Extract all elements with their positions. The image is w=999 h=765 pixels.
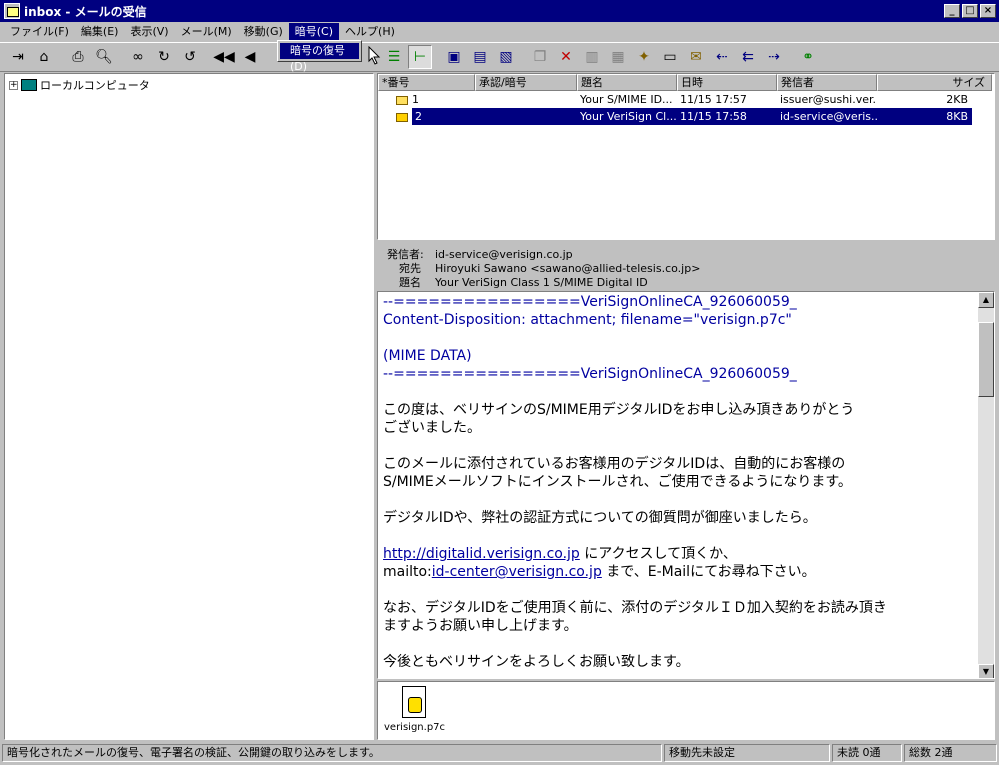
mime-boundary: --================VeriSignOnlineCA_92606… <box>383 294 797 310</box>
forward-icon[interactable]: ⇢ <box>762 45 786 69</box>
message-header: 発信者: id-service@verisign.co.jp 宛先 Hiroyu… <box>377 243 995 291</box>
close-button[interactable]: × <box>980 4 996 18</box>
connect-icon[interactable]: ⚭ <box>796 45 820 69</box>
toolbar: ⇥ ⌂ ⎙ 🔍︎ ∞ ↻ ↺ ◀◀ ◀ ☰ ⊢ ▣ ▤ ▧ ❐ ✕ ▥ ▦ ✦ … <box>0 42 999 72</box>
copy-icon[interactable]: ❐ <box>528 45 552 69</box>
col-date[interactable]: 日時 <box>677 74 777 91</box>
tree-node-label: ローカルコンピュータ <box>40 79 150 92</box>
from-label: 発信者: <box>387 248 424 261</box>
body-text: 今後ともベリサインをよろしくお願い致します。 <box>383 654 690 670</box>
col-from[interactable]: 発信者 <box>777 74 877 91</box>
mailbox-icon[interactable]: ▣ <box>442 45 466 69</box>
menu-crypto[interactable]: 暗号(C) <box>288 23 340 41</box>
status-total: 総数 2通 <box>904 744 997 762</box>
col-number[interactable]: *番号 <box>378 74 475 91</box>
menu-file[interactable]: ファイル(F) <box>4 23 75 41</box>
home-icon[interactable]: ⌂ <box>32 45 56 69</box>
mailto-prefix: mailto: <box>383 564 432 580</box>
find-prev-icon[interactable]: ↺ <box>178 45 202 69</box>
folder-icon[interactable]: ▭ <box>658 45 682 69</box>
attachment-file[interactable]: verisign.p7c <box>384 686 446 733</box>
status-message: 暗号化されたメールの復号、電子署名の検証、公開鍵の取り込みをします。 <box>2 744 662 762</box>
attachment-pane: verisign.p7c <box>377 681 995 740</box>
attachment-filename: verisign.p7c <box>384 722 446 733</box>
computer-icon <box>21 79 37 91</box>
menu-go[interactable]: 移動(G) <box>238 23 289 41</box>
mouse-cursor-icon <box>368 46 381 65</box>
message-row-selected[interactable]: 2 Your VeriSign Cl... 11/15 17:58 id-ser… <box>378 108 994 125</box>
new-folder-icon[interactable]: ✦ <box>632 45 656 69</box>
print-preview-icon[interactable]: 🔍︎ <box>92 45 116 69</box>
message-row[interactable]: 1 Your S/MIME ID... 11/15 17:57 issuer@s… <box>378 91 994 108</box>
body-text: にアクセスして頂くか、 <box>579 546 737 562</box>
book-icon[interactable]: ▤ <box>468 45 492 69</box>
subject-value: Your VeriSign Class 1 S/MIME Digital ID <box>435 276 648 289</box>
col-size[interactable]: サイズ <box>877 74 992 91</box>
envelope-icon <box>396 95 408 105</box>
print-icon[interactable]: ⎙ <box>66 45 90 69</box>
body-text: S/MIMEメールソフトにインストールされ、ご使用できるようになります。 <box>383 474 852 490</box>
window-title: inbox - メールの受信 <box>24 4 147 19</box>
move-icon[interactable]: ▦ <box>606 45 630 69</box>
menu-view[interactable]: 表示(V) <box>124 23 174 41</box>
menu-help[interactable]: ヘルプ(H) <box>339 23 401 41</box>
app-icon[interactable] <box>4 3 20 19</box>
to-value: Hiroyuki Sawano <sawano@allied-telesis.c… <box>435 262 701 275</box>
subject-label: 題名 <box>399 276 421 289</box>
expand-icon[interactable]: + <box>9 80 18 90</box>
maximize-button[interactable]: □ <box>962 4 978 18</box>
tree-view-icon[interactable]: ⊢ <box>408 45 432 69</box>
status-unread: 未読 0通 <box>832 744 902 762</box>
list-view-icon[interactable]: ☰ <box>382 45 406 69</box>
folder-tree[interactable]: + ローカルコンピュータ <box>4 73 374 740</box>
find-next-icon[interactable]: ↻ <box>152 45 176 69</box>
mime-data: (MIME DATA) <box>383 348 472 364</box>
body-text: ございました。 <box>383 420 481 436</box>
content-disposition: Content-Disposition: attachment; filenam… <box>383 312 792 328</box>
vertical-scrollbar[interactable]: ▲ ▼ <box>978 292 994 678</box>
delete-icon[interactable]: ✕ <box>554 45 578 69</box>
status-bar: 暗号化されたメールの復号、電子署名の検証、公開鍵の取り込みをします。 移動先未設… <box>0 742 999 764</box>
first-icon[interactable]: ◀◀ <box>212 45 236 69</box>
encrypted-envelope-icon <box>396 112 408 122</box>
col-verify-crypto[interactable]: 承認/暗号 <box>475 74 577 91</box>
certificate-file-icon <box>402 686 426 718</box>
body-text: デジタルIDや、弊社の認証方式についての御質問が御座いましたら。 <box>383 510 817 526</box>
menu-bar: ファイル(F) 編集(E) 表示(V) メール(M) 移動(G) 暗号(C) ヘ… <box>0 22 999 42</box>
scroll-down-icon[interactable]: ▼ <box>978 664 994 678</box>
to-label: 宛先 <box>399 262 421 275</box>
find-icon[interactable]: ∞ <box>126 45 150 69</box>
message-list[interactable]: *番号 承認/暗号 題名 日時 発信者 サイズ 1 Your S/MIME ID… <box>377 73 995 240</box>
message-body[interactable]: --================VeriSignOnlineCA_92606… <box>377 291 995 679</box>
receive-icon[interactable]: ⇥ <box>6 45 30 69</box>
tree-node-local-computer[interactable]: + ローカルコンピュータ <box>9 77 150 93</box>
col-subject[interactable]: 題名 <box>577 74 677 91</box>
verisign-url-link[interactable]: http://digitalid.verisign.co.jp <box>383 546 580 562</box>
trash-icon[interactable]: ▥ <box>580 45 604 69</box>
new-mail-icon[interactable]: ✉ <box>684 45 708 69</box>
body-text: なお、デジタルIDをご使用頂く前に、添付のデジタルＩＤ加入契約をお読み頂き <box>383 600 887 616</box>
body-text: ますようお願い申し上げます。 <box>383 618 578 634</box>
menu-edit[interactable]: 編集(E) <box>75 23 125 41</box>
mime-boundary-end: --================VeriSignOnlineCA_92606… <box>383 366 797 382</box>
minimize-button[interactable]: _ <box>944 4 960 18</box>
from-value: id-service@verisign.co.jp <box>435 248 573 261</box>
list-header: *番号 承認/暗号 題名 日時 発信者 サイズ <box>378 74 994 91</box>
menu-mail[interactable]: メール(M) <box>175 23 238 41</box>
email-link[interactable]: id-center@verisign.co.jp <box>432 564 602 580</box>
title-bar[interactable]: inbox - メールの受信 _ □ × <box>0 0 999 22</box>
reply-all-icon[interactable]: ⇇ <box>736 45 760 69</box>
reply-icon[interactable]: ⇠ <box>710 45 734 69</box>
status-move: 移動先未設定 <box>664 744 830 762</box>
settings-icon[interactable]: ▧ <box>494 45 518 69</box>
decrypt-menu-item[interactable]: 暗号の復号(D) <box>280 43 359 73</box>
scroll-up-icon[interactable]: ▲ <box>978 292 994 308</box>
prev-icon[interactable]: ◀ <box>238 45 262 69</box>
scroll-thumb[interactable] <box>978 322 994 397</box>
crypto-dropdown: 暗号の復号(D) <box>277 40 362 73</box>
body-text: まで、E-Mailにてお尋ね下さい。 <box>601 564 816 580</box>
body-text: この度は、ベリサインのS/MIME用デジタルIDをお申し込み頂きありがとう <box>383 402 855 418</box>
body-text: このメールに添付されているお客様用のデジタルIDは、自動的にお客様の <box>383 456 846 472</box>
